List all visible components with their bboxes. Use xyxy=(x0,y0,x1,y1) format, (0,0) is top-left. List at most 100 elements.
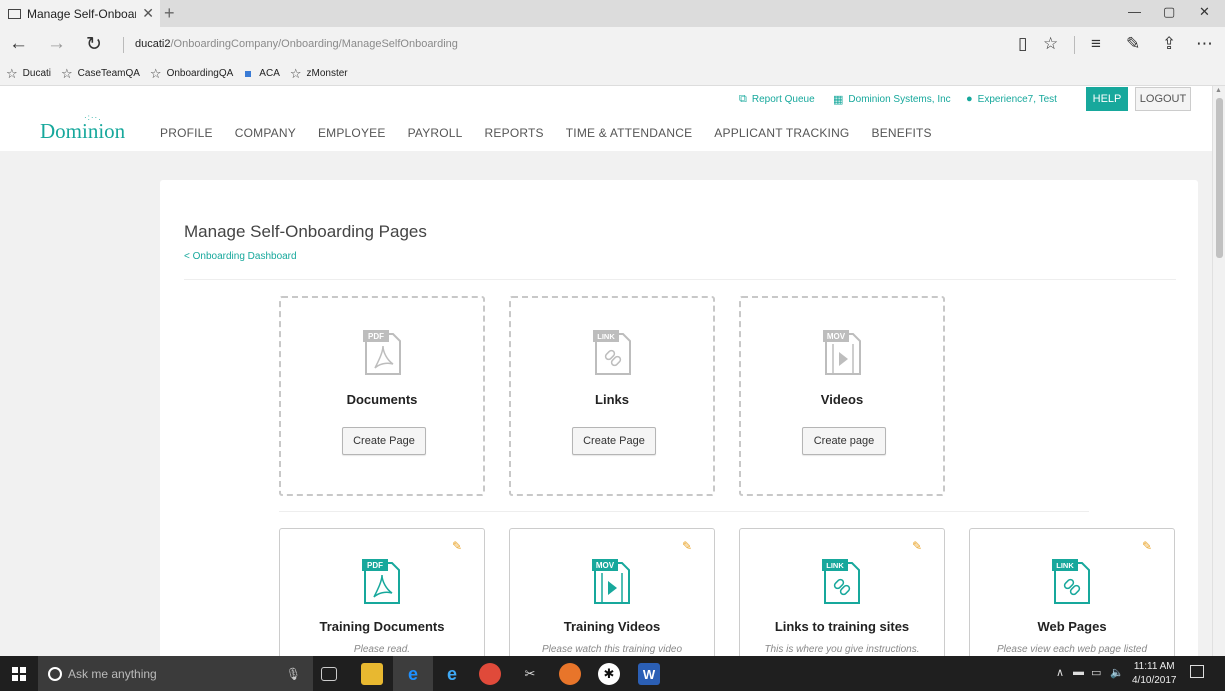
firefox-icon[interactable] xyxy=(559,663,581,685)
internet-explorer-icon[interactable]: e xyxy=(441,663,463,685)
video-document-icon: MOV xyxy=(823,330,861,375)
restore-icon[interactable]: ▢ xyxy=(1163,4,1175,20)
template-title: Videos xyxy=(820,392,864,407)
user-label: Experience7, Test xyxy=(977,93,1057,105)
word-icon[interactable]: W xyxy=(638,663,660,685)
favorite-item[interactable]: ☆ Ducati xyxy=(6,66,51,82)
notification-icon[interactable] xyxy=(1190,665,1204,678)
browser-tab[interactable]: Manage Self-Onboardir ✕ xyxy=(0,0,160,27)
building-icon: ▦ xyxy=(833,94,844,106)
star-icon: ☆ xyxy=(6,65,18,81)
create-documents-page-button[interactable]: Create Page xyxy=(342,427,426,455)
tools-icon[interactable]: ✂ xyxy=(519,663,541,685)
company-link[interactable]: ▦ Dominion Systems, Inc xyxy=(833,93,951,106)
clock-time: 11:11 AM xyxy=(1133,661,1175,672)
clock-date: 4/10/2017 xyxy=(1132,675,1177,686)
windows-start-icon[interactable] xyxy=(12,667,26,681)
tray-chevron-icon[interactable]: ∧ xyxy=(1056,666,1064,679)
favorite-item[interactable]: ☆ CaseTeamQA xyxy=(61,66,140,82)
template-links: LINK Links Create Page xyxy=(509,296,715,496)
page-card-title: Training Videos xyxy=(563,619,661,634)
onboarding-dashboard-link[interactable]: < Onboarding Dashboard xyxy=(184,251,297,262)
help-button[interactable]: HELP xyxy=(1086,87,1128,111)
favorite-label: zMonster xyxy=(306,68,348,79)
page-badge: LINK xyxy=(826,561,844,570)
hub-icon[interactable]: ≡ xyxy=(1091,34,1101,54)
cortana-icon xyxy=(48,666,62,681)
window-close-icon[interactable]: ✕ xyxy=(1199,4,1210,20)
forward-arrow-icon[interactable]: → xyxy=(47,33,66,55)
tab-close-icon[interactable]: ✕ xyxy=(136,5,160,22)
video-document-icon: MOV xyxy=(592,559,630,604)
microphone-icon[interactable]: 🎙 xyxy=(286,667,301,681)
refresh-icon[interactable]: ↻ xyxy=(86,33,102,56)
cortana-search-box[interactable]: Ask me anything 🎙 xyxy=(38,656,313,691)
task-view-icon[interactable] xyxy=(321,667,337,681)
page-badge: PDF xyxy=(367,561,383,570)
url-field[interactable]: ducati2/OnboardingCompany/Onboarding/Man… xyxy=(135,38,458,50)
template-documents: PDF Documents Create Page xyxy=(279,296,485,496)
template-badge: LINK xyxy=(597,332,615,341)
favorite-item[interactable]: ☆ zMonster xyxy=(290,66,348,82)
page-card-description: Please view each web page listed xyxy=(996,644,1148,655)
page-scrollbar[interactable]: ▲ xyxy=(1212,86,1225,656)
edge-browser-icon[interactable]: e xyxy=(402,663,424,685)
share-icon[interactable]: ⇪ xyxy=(1162,34,1176,54)
nav-applicant-tracking[interactable]: APPLICANT TRACKING xyxy=(714,126,849,140)
edit-pencil-icon[interactable]: ✎ xyxy=(1142,539,1152,553)
edit-pencil-icon[interactable]: ✎ xyxy=(912,539,922,553)
user-link[interactable]: ● Experience7, Test xyxy=(966,93,1057,105)
nav-payroll[interactable]: PAYROLL xyxy=(408,126,463,140)
nav-profile[interactable]: PROFILE xyxy=(160,126,213,140)
link-document-icon: LINK xyxy=(1052,559,1090,604)
page-card-description: Please read. xyxy=(353,644,411,655)
chrome-icon[interactable] xyxy=(479,663,501,685)
battery-icon[interactable]: ▬ xyxy=(1073,666,1084,678)
logout-button[interactable]: LOGOUT xyxy=(1135,87,1191,111)
back-arrow-icon[interactable]: ← xyxy=(9,33,28,55)
favorite-label: ACA xyxy=(259,68,280,79)
favorite-label: Ducati xyxy=(22,68,52,79)
minimize-icon[interactable]: — xyxy=(1128,4,1141,19)
more-icon[interactable]: ⋯ xyxy=(1196,34,1213,54)
dominion-logo[interactable]: Dominion xyxy=(40,119,125,144)
page-card-title: Links to training sites xyxy=(774,619,910,634)
new-tab-icon[interactable]: + xyxy=(164,3,175,24)
nav-employee[interactable]: EMPLOYEE xyxy=(318,126,386,140)
scroll-up-icon[interactable]: ▲ xyxy=(1215,87,1222,94)
create-videos-page-button[interactable]: Create page xyxy=(802,427,886,455)
template-badge: PDF xyxy=(368,332,384,341)
reading-view-icon[interactable]: ▯ xyxy=(1018,34,1027,54)
nav-company[interactable]: COMPANY xyxy=(235,126,296,140)
link-document-icon: LINK xyxy=(593,330,631,375)
favorite-item[interactable]: ACA xyxy=(243,68,280,79)
url-path: /OnboardingCompany/Onboarding/ManageSelf… xyxy=(170,38,458,50)
favorite-label: CaseTeamQA xyxy=(77,68,140,79)
page-title: Manage Self-Onboarding Pages xyxy=(184,222,427,241)
volume-icon[interactable]: 🔈 xyxy=(1110,666,1124,679)
web-note-icon[interactable]: ✎ xyxy=(1126,34,1140,54)
favorites-bar: ☆ Ducati ☆ CaseTeamQA ☆ OnboardingQA ACA ☆ z… xyxy=(0,62,1225,86)
scroll-thumb[interactable] xyxy=(1216,98,1223,258)
favorite-label: OnboardingQA xyxy=(166,68,234,79)
nav-benefits[interactable]: BENEFITS xyxy=(871,126,931,140)
page-card-title: Web Pages xyxy=(1037,619,1107,634)
taskbar-clock[interactable]: 11:11 AM 4/10/2017 xyxy=(1132,660,1177,688)
toolbar-separator xyxy=(1074,36,1075,54)
favorite-star-icon[interactable]: ☆ xyxy=(1043,34,1058,54)
nav-reports[interactable]: REPORTS xyxy=(485,126,544,140)
edit-pencil-icon[interactable]: ✎ xyxy=(452,539,462,553)
windows-taskbar: Ask me anything 🎙 e e ✂ ✱ W ∧ ▬ ▭ 🔈 11:1… xyxy=(0,656,1225,691)
external-link-icon: ⧉ xyxy=(739,93,747,105)
favorite-item[interactable]: ☆ OnboardingQA xyxy=(150,66,233,82)
network-icon[interactable]: ▭ xyxy=(1091,666,1101,679)
tab-title: Manage Self-Onboardir xyxy=(27,6,136,21)
edit-pencil-icon[interactable]: ✎ xyxy=(682,539,692,553)
app-square-icon xyxy=(245,70,252,77)
app-icon[interactable]: ✱ xyxy=(598,663,620,685)
file-explorer-icon[interactable] xyxy=(361,663,383,685)
page-badge: MOV xyxy=(596,561,615,570)
create-links-page-button[interactable]: Create Page xyxy=(572,427,656,455)
report-queue-link[interactable]: ⧉ Report Queue xyxy=(739,93,815,106)
nav-time-attendance[interactable]: TIME & ATTENDANCE xyxy=(566,126,693,140)
